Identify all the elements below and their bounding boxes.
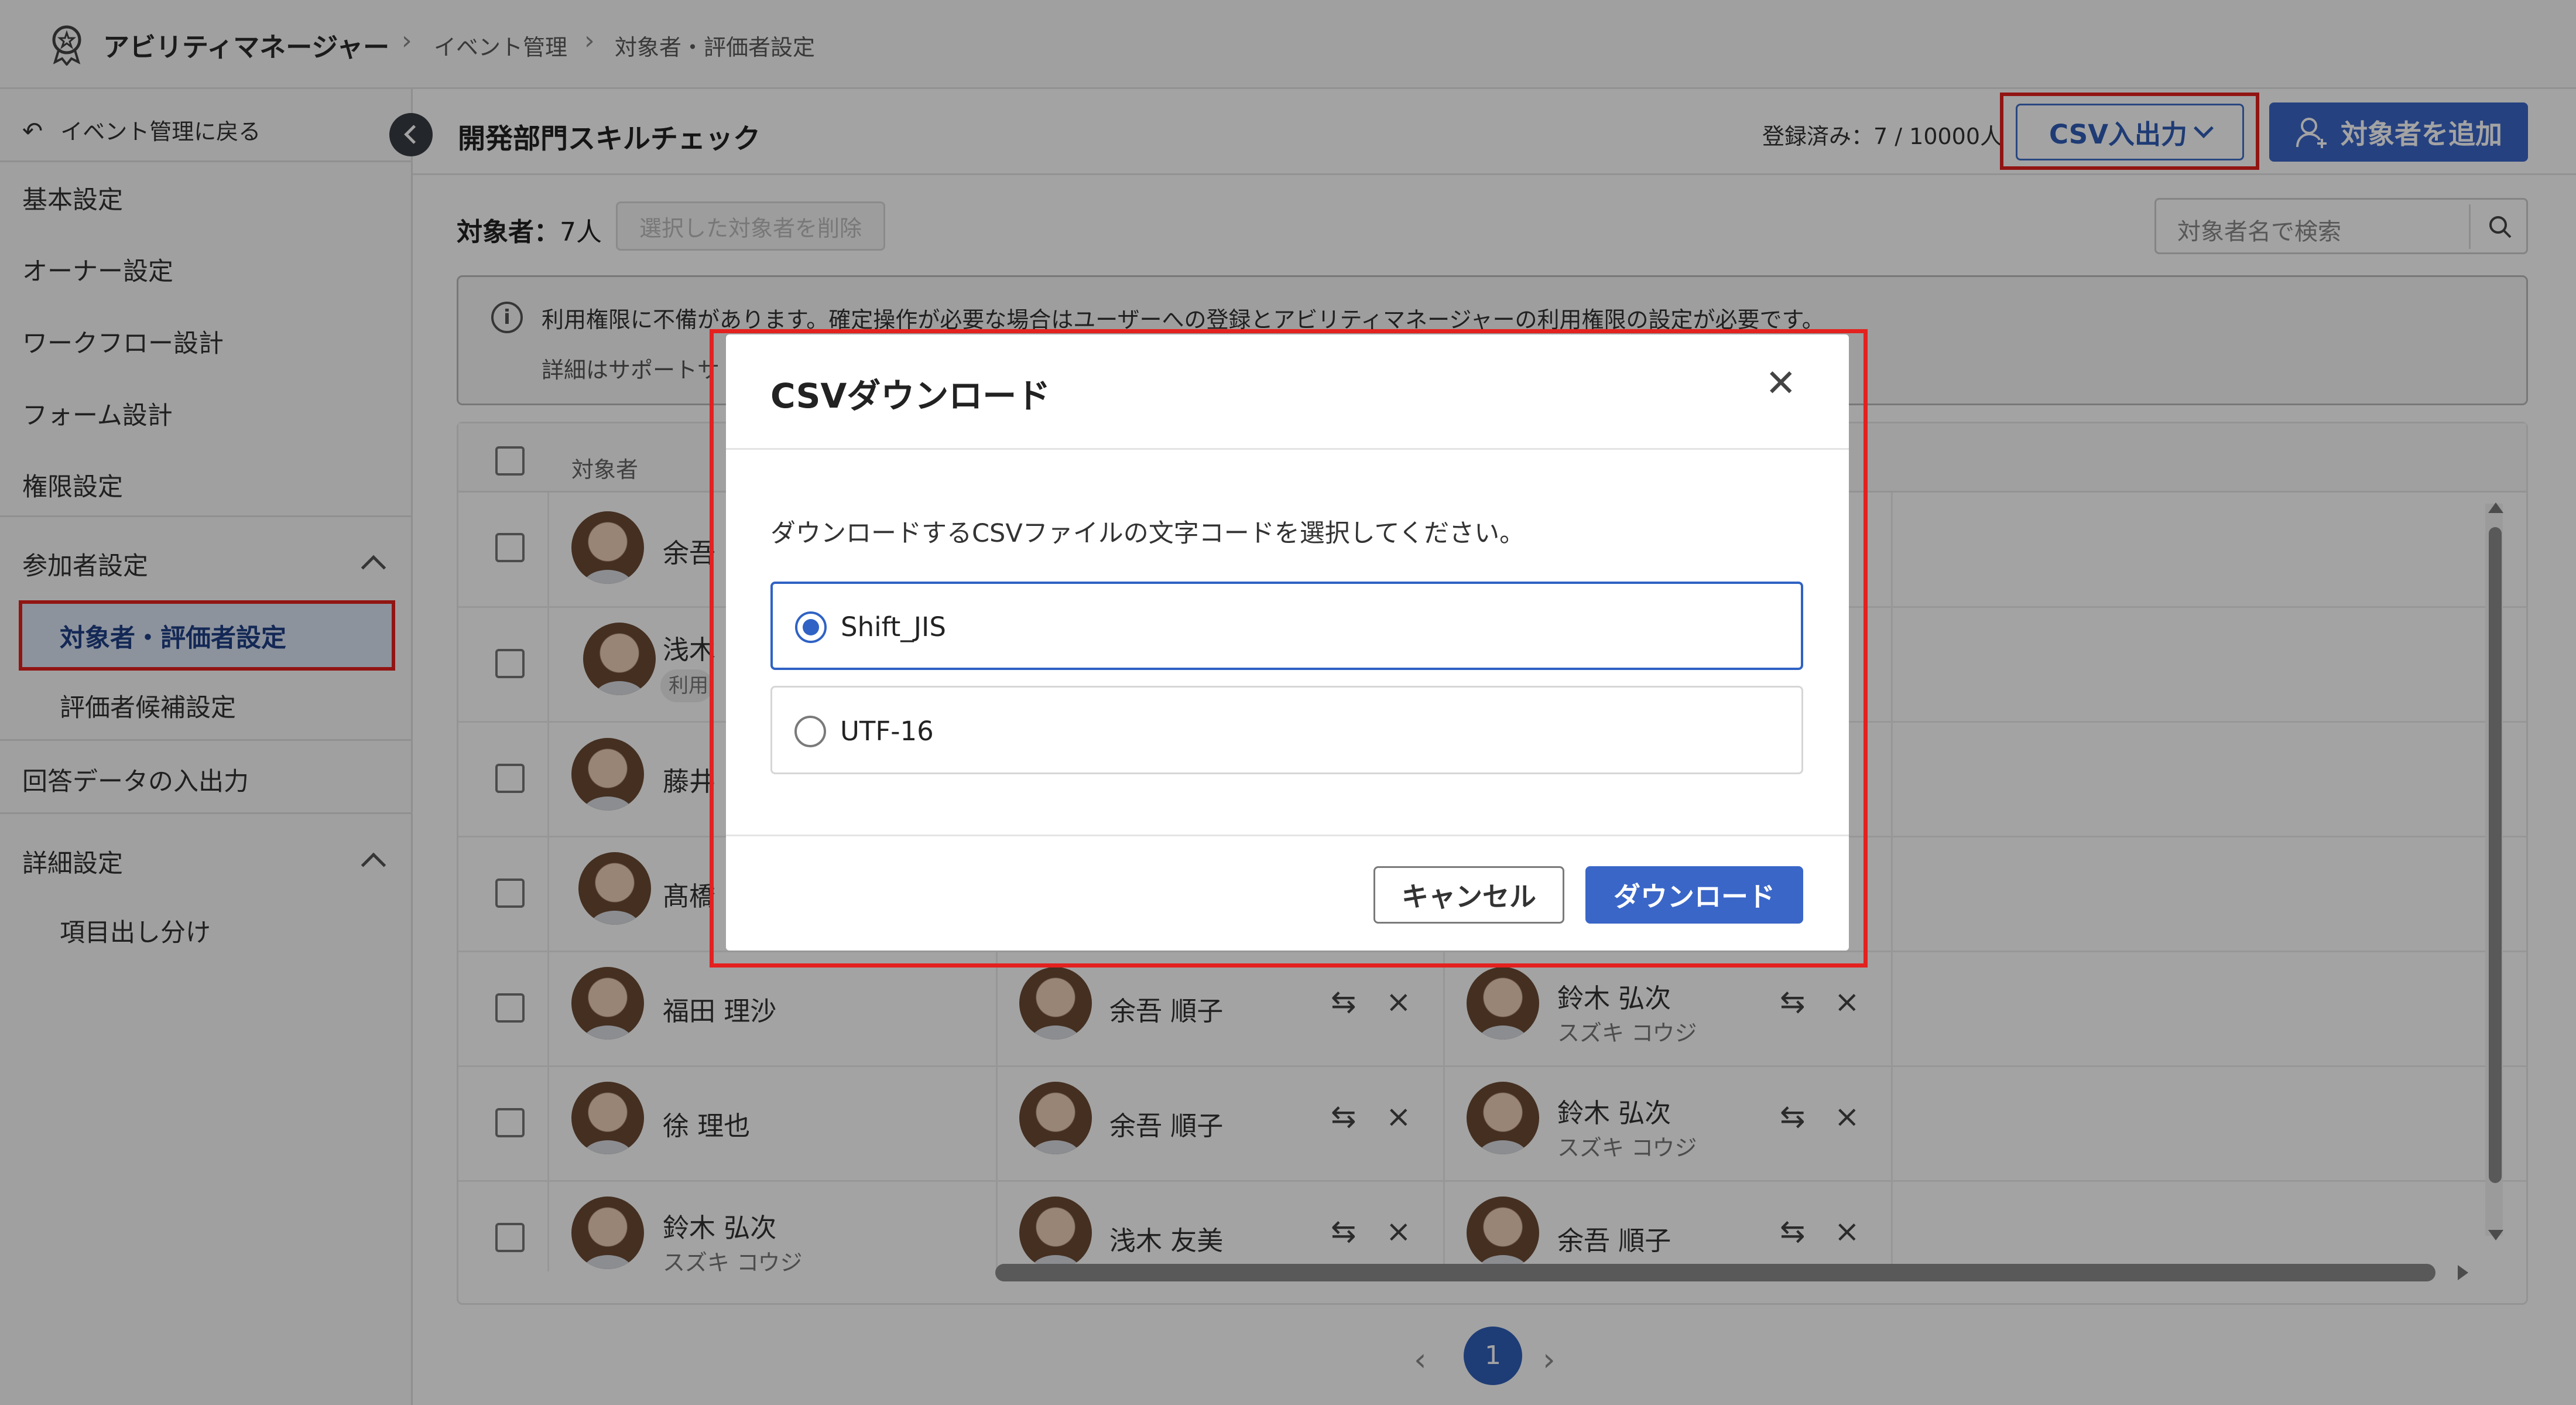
highlight-frame (710, 329, 1868, 968)
